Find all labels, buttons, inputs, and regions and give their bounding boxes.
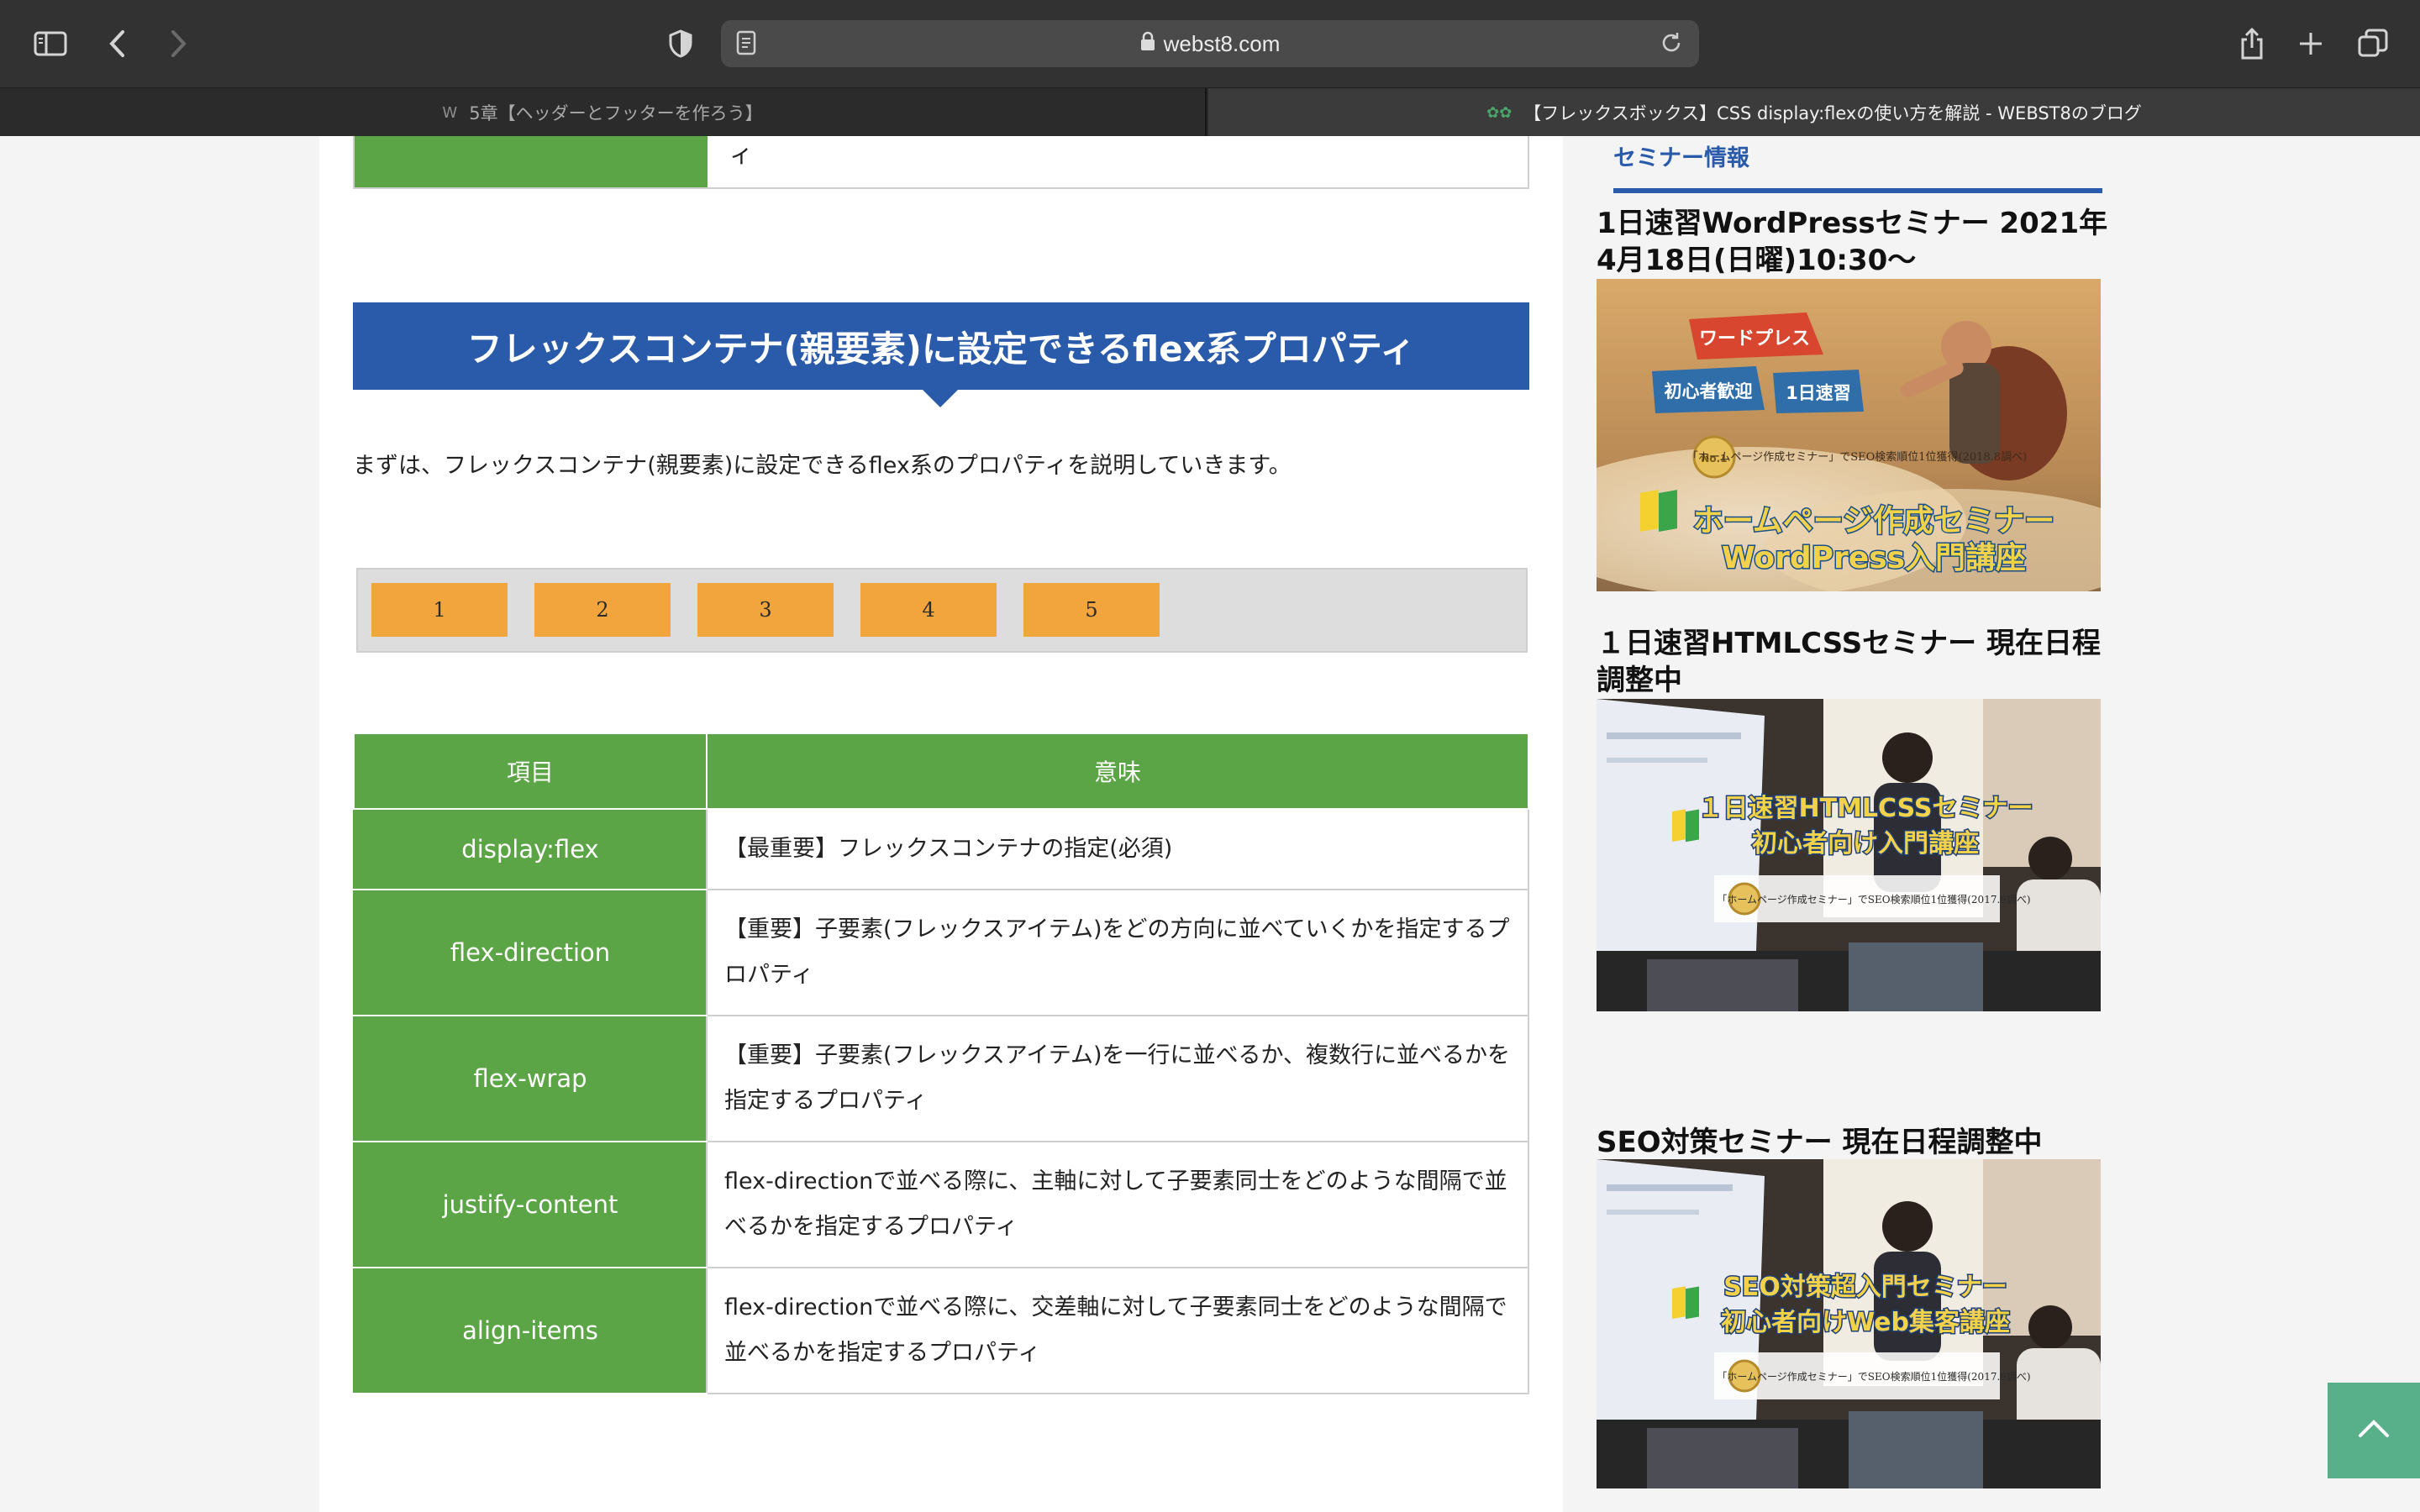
property-name: display:flex (353, 808, 708, 890)
heading-arrow (922, 389, 959, 407)
table-row: justify-content flex-directionで並べる際に、主軸に… (353, 1141, 1529, 1268)
property-description: 【最重要】フレックスコンテナの指定(必須) (706, 808, 1529, 890)
share-icon[interactable] (2228, 22, 2275, 66)
forward-chevron-icon[interactable] (155, 22, 202, 66)
reload-icon[interactable] (1659, 30, 1684, 59)
flex-demo-item: 4 (860, 583, 997, 637)
wordpress-favicon-icon: W (442, 103, 458, 122)
chevron-up-icon (2357, 1419, 2391, 1442)
banner-title: SEO対策超入門セミナー (1723, 1273, 2007, 1302)
table-row: align-items flex-directionで並べる際に、交差軸に対して… (353, 1267, 1529, 1394)
banner-tag: ワードプレス (1699, 328, 1810, 349)
table-row: flex-wrap 【重要】子要素(フレックスアイテム)を一行に並べるか、複数行… (353, 1015, 1529, 1142)
seminar-title-link[interactable]: 1日速習WordPressセミナー 2021年4月18日(日曜)10:30〜 (1597, 205, 2118, 279)
sidebar-category-title: セミナー情報 (1613, 145, 1749, 171)
lock-icon (1140, 31, 1155, 57)
section-heading: フレックスコンテナ(親要素)に設定できるflex系プロパティ (353, 302, 1529, 390)
table-row: display:flex 【最重要】フレックスコンテナの指定(必須) (353, 808, 1529, 890)
web-page: ィ フレックスコンテナ(親要素)に設定できるflex系プロパティ まずは、フレッ… (0, 136, 2420, 1512)
tab-bar: W 5章【ヘッダーとフッターを作ろう】 ✿✿ 【フレックスボックス】CSS di… (0, 87, 2420, 137)
site-favicon-icon: ✿✿ (1486, 103, 1512, 122)
table-row: flex-direction 【重要】子要素(フレックスアイテム)をどの方向に並… (353, 889, 1529, 1016)
banner-title: 初心者向けWeb集客講座 (1721, 1308, 2010, 1337)
flex-demo-item: 2 (534, 583, 671, 637)
banner-title: ホームページ作成セミナー (1693, 504, 2054, 538)
flex-demo-item: 5 (1023, 583, 1160, 637)
new-tab-plus-icon[interactable] (2287, 22, 2334, 66)
property-name: align-items (353, 1267, 708, 1394)
privacy-shield-icon[interactable] (657, 22, 704, 66)
tab-title: 5章【ヘッダーとフッターを作ろう】 (469, 103, 763, 123)
banner-award: 「ホームページ作成セミナー」でSEO検索順位1位獲得(2017.9調べ) (1717, 1370, 2030, 1383)
wordpress-seminar-banner[interactable]: ワードプレス 初心者歓迎 1日速習 No.1 「ホームページ作成セミナー」でSE… (1597, 279, 2101, 591)
property-name: justify-content (353, 1141, 708, 1268)
flex-demo-container: 1 2 3 4 5 (356, 568, 1528, 653)
scroll-to-top-button[interactable] (2328, 1383, 2420, 1478)
url-text: webst8.com (1163, 30, 1281, 56)
property-description: 【重要】子要素(フレックスアイテム)をどの方向に並べていくかを指定するプロパティ (706, 889, 1529, 1016)
browser-toolbar: webst8.com (0, 0, 2420, 87)
banner-title: WordPress入門講座 (1722, 540, 2026, 575)
intro-paragraph: まずは、フレックスコンテナ(親要素)に設定できるflex系のプロパティを説明して… (353, 453, 1292, 479)
sidebar-category-header: セミナー情報 (1613, 136, 2102, 193)
flex-properties-table: 項目 意味 display:flex 【最重要】フレックスコンテナの指定(必須)… (353, 732, 1529, 1394)
banner-tag: 初心者歓迎 (1665, 381, 1753, 402)
address-bar[interactable]: webst8.com (721, 20, 1699, 67)
property-description: 【重要】子要素(フレックスアイテム)を一行に並べるか、複数行に並べるかを指定する… (706, 1015, 1529, 1142)
banner-award: 「ホームページ作成セミナー」でSEO検索順位1位獲得(2017.9調べ) (1717, 893, 2030, 906)
property-description: flex-directionで並べる際に、交差軸に対して子要素同士をどのような間… (706, 1267, 1529, 1394)
flex-demo-item: 1 (371, 583, 508, 637)
banner-award: 「ホームページ作成セミナー」でSEO検索順位1位獲得(2018.8調べ) (1687, 450, 2027, 464)
seminar-title-link[interactable]: SEO対策セミナー 現在日程調整中 (1597, 1124, 2118, 1161)
banner-title: 初心者向け入門講座 (1752, 829, 1979, 858)
property-name: flex-wrap (353, 1015, 708, 1142)
tab-inactive[interactable]: W 5章【ヘッダーとフッターを作ろう】 (0, 88, 1207, 137)
tab-active[interactable]: ✿✿ 【フレックスボックス】CSS display:flexの使い方を解説 - … (1208, 88, 2420, 137)
seminar-title-link[interactable]: １日速習HTMLCSSセミナー 現在日程調整中 (1597, 625, 2118, 699)
table-header-meaning: 意味 (706, 732, 1529, 810)
property-name: flex-direction (353, 889, 708, 1016)
table-header-item: 項目 (353, 732, 708, 810)
seo-seminar-banner[interactable]: SEO対策超入門セミナー 初心者向けWeb集客講座 「ホームページ作成セミナー」… (1597, 1159, 2101, 1488)
flex-demo-item: 3 (697, 583, 834, 637)
sidebar-toggle-icon[interactable] (27, 22, 74, 66)
htmlcss-seminar-banner[interactable]: １日速習HTMLCSSセミナー 初心者向け入門講座 「ホームページ作成セミナー」… (1597, 699, 2101, 1011)
table-value-text: ィ (729, 140, 754, 168)
tab-title: 【フレックスボックス】CSS display:flexの使い方を解説 - WEB… (1523, 103, 2142, 123)
table-key-cell (355, 136, 708, 187)
banner-tag: 1日速習 (1786, 383, 1851, 403)
banner-title: １日速習HTMLCSSセミナー (1698, 794, 2033, 823)
back-chevron-icon[interactable] (94, 22, 141, 66)
table-row-partial: ィ (353, 136, 1529, 189)
property-description: flex-directionで並べる際に、主軸に対して子要素同士をどのような間隔… (706, 1141, 1529, 1268)
tab-overview-icon[interactable] (2349, 22, 2396, 66)
